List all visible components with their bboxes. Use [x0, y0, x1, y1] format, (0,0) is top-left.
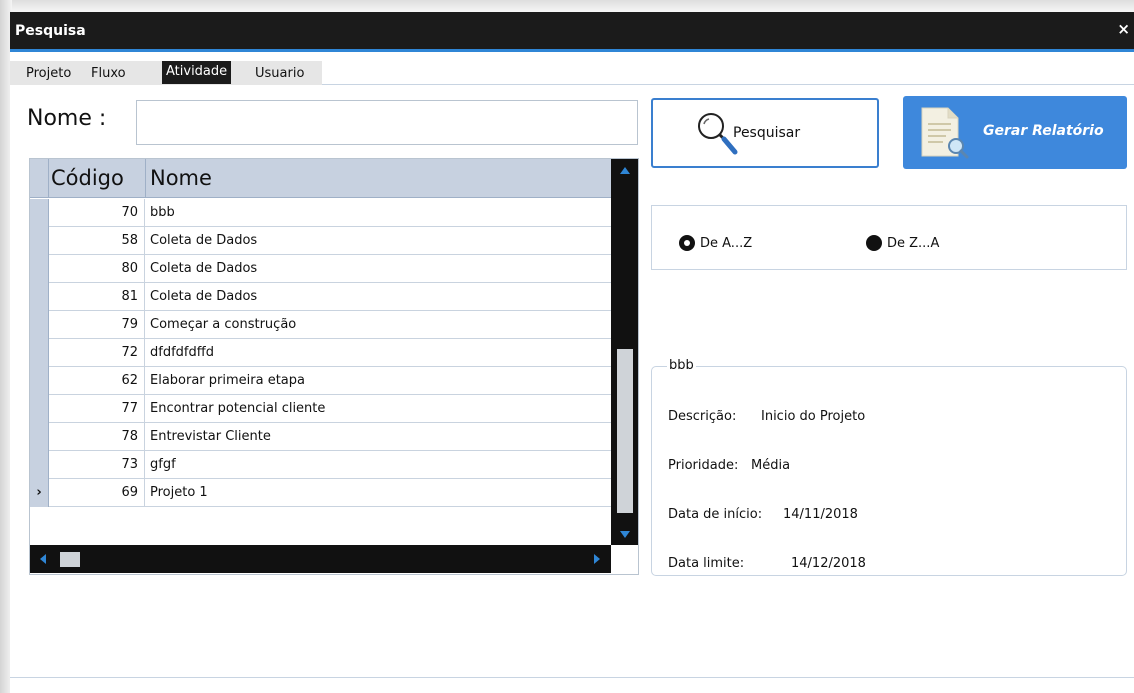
cell-nome: Coleta de Dados	[150, 289, 258, 304]
row-pointer-icon[interactable]: ›	[30, 479, 49, 507]
divider	[10, 677, 1134, 678]
cell-nome: bbb	[150, 205, 175, 220]
title-bar[interactable]: Pesquisa ×	[10, 12, 1134, 52]
generate-report-button[interactable]: Gerar Relatório	[903, 96, 1127, 169]
detail-prioridade-label: Prioridade:	[668, 458, 739, 473]
generate-report-label: Gerar Relatório	[983, 123, 1104, 139]
cell-codigo: 81	[121, 289, 138, 304]
tab-strip: Projeto Fluxo Atividade Usuario	[10, 61, 322, 85]
vertical-scroll-thumb[interactable]	[617, 349, 633, 513]
detail-data-inicio-label: Data de início:	[668, 507, 763, 522]
radio-a-to-z-label: De A...Z	[700, 236, 753, 251]
cell-codigo: 58	[121, 233, 138, 248]
activity-details-group: Descrição: Inicio do Projeto Prioridade:…	[651, 366, 1127, 576]
radio-z-to-a-label: De Z...A	[887, 236, 940, 251]
details-legend: bbb	[667, 358, 696, 373]
column-divider	[145, 159, 146, 198]
table-row[interactable]: 72 dfdfdfdffd	[30, 339, 611, 367]
grid-rows: 70 bbb 58 Coleta de Dados 80 Coleta de D…	[30, 199, 611, 507]
detail-prioridade: Prioridade: Média	[668, 458, 790, 473]
close-icon[interactable]: ×	[1117, 20, 1130, 38]
row-header[interactable]	[30, 339, 49, 367]
radio-checked-icon	[679, 235, 695, 251]
cell-codigo: 80	[121, 261, 138, 276]
name-search-input[interactable]	[136, 100, 638, 145]
table-row[interactable]: 78 Entrevistar Cliente	[30, 423, 611, 451]
cell-nome: Entrevistar Cliente	[150, 429, 271, 444]
cell-nome: dfdfdfdffd	[150, 345, 214, 360]
row-header[interactable]	[30, 283, 49, 311]
sort-order-group: De A...Z De Z...A	[651, 205, 1127, 270]
table-row[interactable]: 77 Encontrar potencial cliente	[30, 395, 611, 423]
radio-unchecked-icon	[866, 235, 882, 251]
cell-codigo: 69	[121, 485, 138, 500]
cell-codigo: 72	[121, 345, 138, 360]
cell-codigo: 78	[121, 429, 138, 444]
row-header[interactable]	[30, 227, 49, 255]
scroll-right-icon[interactable]	[594, 554, 600, 564]
window-shadow-top	[0, 0, 1134, 12]
window-title: Pesquisa	[15, 23, 86, 39]
grid-header: Código Nome	[30, 159, 611, 198]
table-row[interactable]: › 69 Projeto 1	[30, 479, 611, 507]
cell-nome: Projeto 1	[150, 485, 208, 500]
table-row[interactable]: 73 gfgf	[30, 451, 611, 479]
column-header-nome[interactable]: Nome	[150, 166, 212, 190]
table-row[interactable]: 62 Elaborar primeira etapa	[30, 367, 611, 395]
cell-nome: Começar a construção	[150, 317, 297, 332]
tab-usuario[interactable]: Usuario	[251, 63, 308, 84]
row-header[interactable]	[30, 199, 49, 227]
row-header[interactable]	[30, 395, 49, 423]
search-button[interactable]: Pesquisar	[651, 98, 879, 168]
horizontal-scroll-thumb[interactable]	[60, 552, 80, 567]
table-row[interactable]: 58 Coleta de Dados	[30, 227, 611, 255]
cell-codigo: 73	[121, 457, 138, 472]
cell-codigo: 79	[121, 317, 138, 332]
cell-nome: Coleta de Dados	[150, 233, 258, 248]
cell-nome: Coleta de Dados	[150, 261, 258, 276]
scroll-up-icon[interactable]	[620, 167, 630, 174]
detail-data-inicio-value: 14/11/2018	[783, 507, 858, 522]
name-label: Nome :	[27, 106, 107, 131]
row-header[interactable]	[30, 255, 49, 283]
document-search-icon	[921, 107, 969, 159]
tab-fluxo[interactable]: Fluxo	[87, 63, 130, 84]
scroll-left-icon[interactable]	[40, 554, 46, 564]
table-row[interactable]: 81 Coleta de Dados	[30, 283, 611, 311]
row-header[interactable]	[30, 367, 49, 395]
tab-bar: Projeto Fluxo Atividade Usuario	[10, 61, 1134, 85]
detail-descricao-value: Inicio do Projeto	[761, 409, 866, 424]
grid-row-header-corner	[30, 159, 49, 198]
row-header[interactable]	[30, 311, 49, 339]
scroll-down-icon[interactable]	[620, 531, 630, 538]
search-window: Pesquisa × Projeto Fluxo Atividade Usuar…	[10, 12, 1134, 693]
row-header[interactable]	[30, 423, 49, 451]
detail-data-inicio: Data de início: 14/11/2018	[668, 507, 858, 522]
activities-grid[interactable]: Código Nome 70 bbb 58 Coleta de Dados 80	[29, 158, 639, 575]
table-row[interactable]: 79 Começar a construção	[30, 311, 611, 339]
horizontal-scrollbar[interactable]	[30, 545, 611, 573]
detail-data-limite: Data limite: 14/12/2018	[668, 556, 866, 571]
detail-prioridade-value: Média	[751, 458, 791, 473]
cell-nome: Encontrar potencial cliente	[150, 401, 326, 416]
cell-codigo: 70	[121, 205, 138, 220]
detail-descricao: Descrição: Inicio do Projeto	[668, 409, 865, 424]
tab-atividade[interactable]: Atividade	[162, 61, 232, 84]
table-row[interactable]: 80 Coleta de Dados	[30, 255, 611, 283]
detail-data-limite-value: 14/12/2018	[791, 556, 866, 571]
cell-codigo: 62	[121, 373, 138, 388]
table-row[interactable]: 70 bbb	[30, 199, 611, 227]
search-button-label: Pesquisar	[733, 125, 801, 141]
detail-data-limite-label: Data limite:	[668, 556, 745, 571]
column-header-codigo[interactable]: Código	[51, 166, 124, 190]
cell-nome: gfgf	[150, 457, 176, 472]
cell-codigo: 77	[121, 401, 138, 416]
row-header[interactable]	[30, 451, 49, 479]
cell-nome: Elaborar primeira etapa	[150, 373, 305, 388]
vertical-scrollbar[interactable]	[611, 159, 638, 545]
tab-projeto[interactable]: Projeto	[22, 63, 75, 84]
detail-descricao-label: Descrição:	[668, 409, 737, 424]
